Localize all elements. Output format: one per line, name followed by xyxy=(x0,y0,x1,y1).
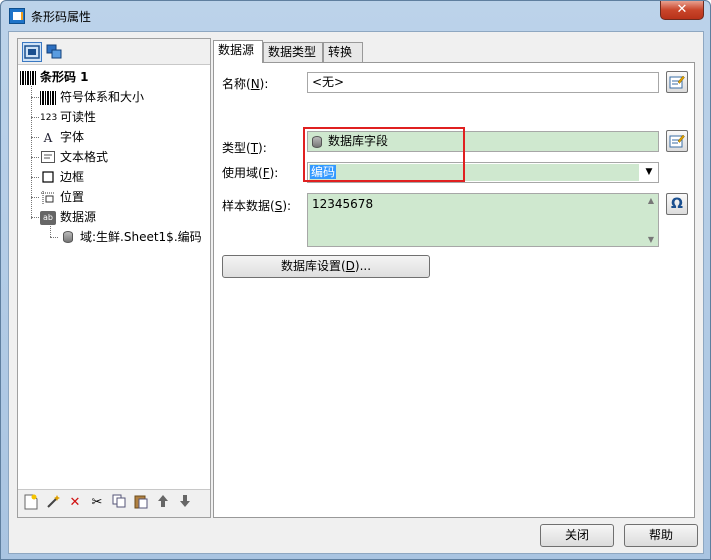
app-icon xyxy=(9,8,25,24)
type-edit-button[interactable] xyxy=(666,130,688,152)
window-close-button[interactable]: ✕ xyxy=(660,1,704,20)
tree-item-text-format[interactable]: 文本格式 xyxy=(18,147,210,167)
name-edit-button[interactable] xyxy=(666,71,688,93)
cut-icon[interactable]: ✂ xyxy=(88,494,106,512)
property-tree: 条形码 1 符号体系和大小 123 可读性 A 字体 文本格式 边框 位置 ab… xyxy=(18,67,210,247)
title-bar[interactable]: 条形码属性 ✕ xyxy=(1,1,710,31)
readability-123-icon: 123 xyxy=(40,112,58,123)
database-icon xyxy=(60,230,76,245)
field-label: 使用域(F): xyxy=(222,166,279,180)
barcode-icon xyxy=(20,70,36,85)
database-settings-button[interactable]: 数据库设置(D)... xyxy=(222,255,430,278)
move-up-icon[interactable] xyxy=(154,494,172,512)
tree-item-barcode[interactable]: 条形码 1 xyxy=(18,67,210,87)
name-field[interactable]: <无> xyxy=(307,72,659,93)
magic-wand-icon[interactable] xyxy=(44,494,62,512)
tab-data-source[interactable]: 数据源 xyxy=(213,40,263,63)
tree-item-border[interactable]: 边框 xyxy=(18,167,210,187)
sample-data-textarea[interactable]: 12345678 ▲ ▼ xyxy=(307,193,659,247)
tab-data-type[interactable]: 数据类型 xyxy=(263,42,323,62)
data-source-tab-panel: 名称(N): <无> 类型(T): 数据库字段 使用域(F): 编码 ▼ 样本数… xyxy=(213,62,695,518)
chevron-down-icon[interactable]: ▼ xyxy=(640,163,658,182)
border-icon xyxy=(40,170,56,185)
tab-transform[interactable]: 转换 xyxy=(323,42,363,62)
data-source-icon: ab xyxy=(40,210,56,225)
font-icon: A xyxy=(43,130,53,145)
move-down-icon[interactable] xyxy=(176,494,194,512)
database-field-icon xyxy=(312,135,322,148)
special-char-button[interactable]: Ω xyxy=(666,193,688,215)
type-label: 类型(T): xyxy=(222,141,267,155)
tree-item-position[interactable]: 位置 xyxy=(18,187,210,207)
properties-window: 条形码属性 ✕ 条形码 1 符号体系和大小 123 可读性 A 字体 文本格式 … xyxy=(0,0,711,560)
tree-item-database-field[interactable]: 域:生鲜.Sheet1$.编码 xyxy=(18,227,210,247)
copy-icon[interactable] xyxy=(110,494,128,512)
new-icon[interactable] xyxy=(22,494,40,512)
omega-icon: Ω xyxy=(671,196,683,212)
tree-item-font[interactable]: A 字体 xyxy=(18,127,210,147)
sample-label: 样本数据(S): xyxy=(222,199,292,213)
paste-icon[interactable] xyxy=(132,494,150,512)
edit-form-icon xyxy=(669,75,685,89)
window-title: 条形码属性 xyxy=(31,10,92,24)
edit-form-icon xyxy=(669,134,685,148)
text-format-icon xyxy=(40,150,56,165)
tree-item-data-source[interactable]: ab 数据源 xyxy=(18,207,210,227)
tree-view-toolbar xyxy=(18,39,210,65)
help-button[interactable]: 帮助 xyxy=(624,524,698,547)
tree-edit-toolbar: ✕ ✂ xyxy=(18,489,210,517)
layers-view-icon[interactable] xyxy=(44,42,64,62)
dialog-client-area: 条形码 1 符号体系和大小 123 可读性 A 字体 文本格式 边框 位置 ab… xyxy=(8,31,704,554)
barcode-symbology-icon xyxy=(40,90,56,105)
delete-icon[interactable]: ✕ xyxy=(66,494,84,512)
object-tree-panel: 条形码 1 符号体系和大小 123 可读性 A 字体 文本格式 边框 位置 ab… xyxy=(17,38,211,518)
tree-item-symbology[interactable]: 符号体系和大小 xyxy=(18,87,210,107)
field-select[interactable]: 编码 ▼ xyxy=(307,162,659,183)
tree-item-readability[interactable]: 123 可读性 xyxy=(18,107,210,127)
tree-view-toggle-icon[interactable] xyxy=(22,42,42,62)
textarea-scrollbar[interactable]: ▲ ▼ xyxy=(644,194,658,246)
type-field[interactable]: 数据库字段 xyxy=(307,131,659,152)
close-button[interactable]: 关闭 xyxy=(540,524,614,547)
position-icon xyxy=(40,190,56,205)
name-label: 名称(N): xyxy=(222,77,269,91)
